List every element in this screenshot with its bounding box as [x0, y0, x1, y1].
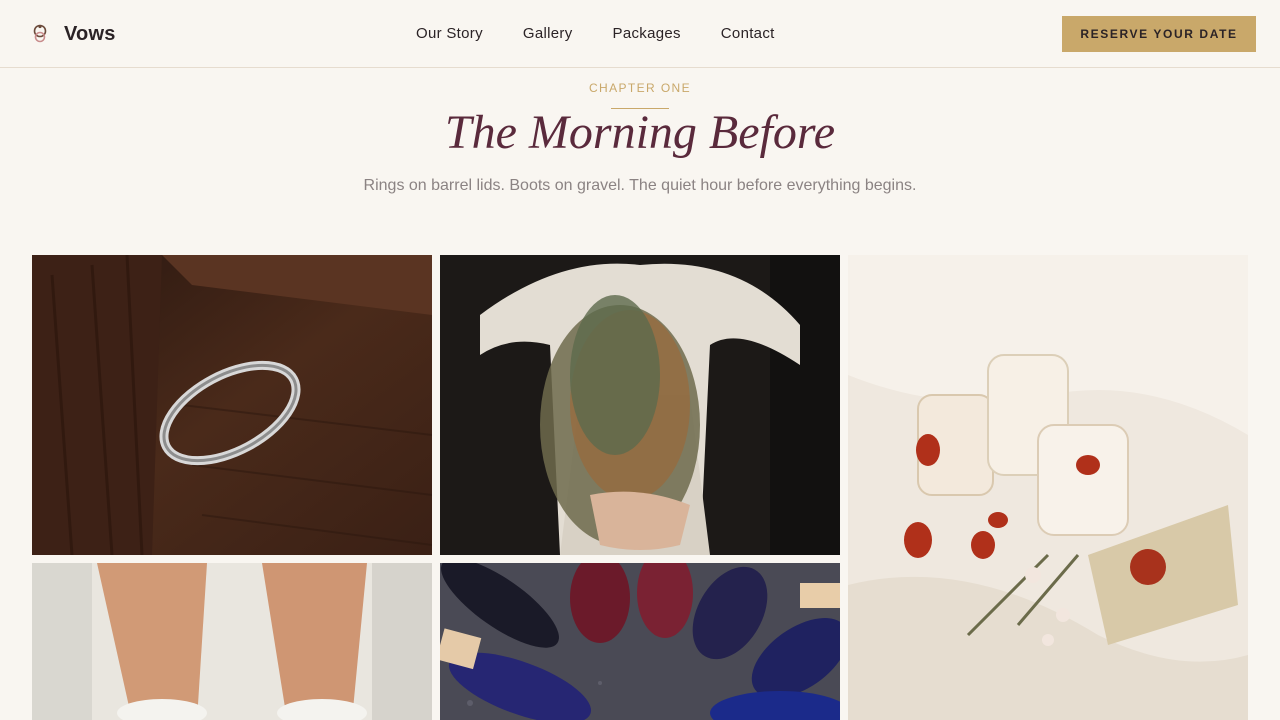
site-header: Vows Our Story Gallery Packages Contact … [0, 0, 1280, 68]
nav-packages[interactable]: Packages [613, 25, 681, 43]
rings-logo-icon [30, 22, 50, 46]
nav-contact[interactable]: Contact [721, 25, 775, 43]
gallery-photo-bouquet[interactable] [440, 255, 840, 555]
gallery-photo-sneakers[interactable] [32, 563, 432, 720]
brand[interactable]: Vows [30, 22, 116, 46]
nav-our-story[interactable]: Our Story [416, 25, 483, 43]
gallery-photo-shoes[interactable] [440, 563, 840, 720]
nav-gallery[interactable]: Gallery [523, 25, 573, 43]
page-title: The Morning Before [444, 106, 836, 159]
reserve-date-button[interactable]: RESERVE YOUR DATE [1062, 16, 1256, 52]
page-subtitle: Rings on barrel lids. Boots on gravel. T… [363, 177, 917, 194]
brand-name: Vows [64, 22, 116, 45]
gallery-photo-candles[interactable] [848, 255, 1248, 720]
main-nav: Our Story Gallery Packages Contact [416, 25, 815, 43]
gallery-photo-ring[interactable] [32, 255, 432, 555]
chapter-eyebrow: CHAPTER ONE [588, 81, 692, 95]
